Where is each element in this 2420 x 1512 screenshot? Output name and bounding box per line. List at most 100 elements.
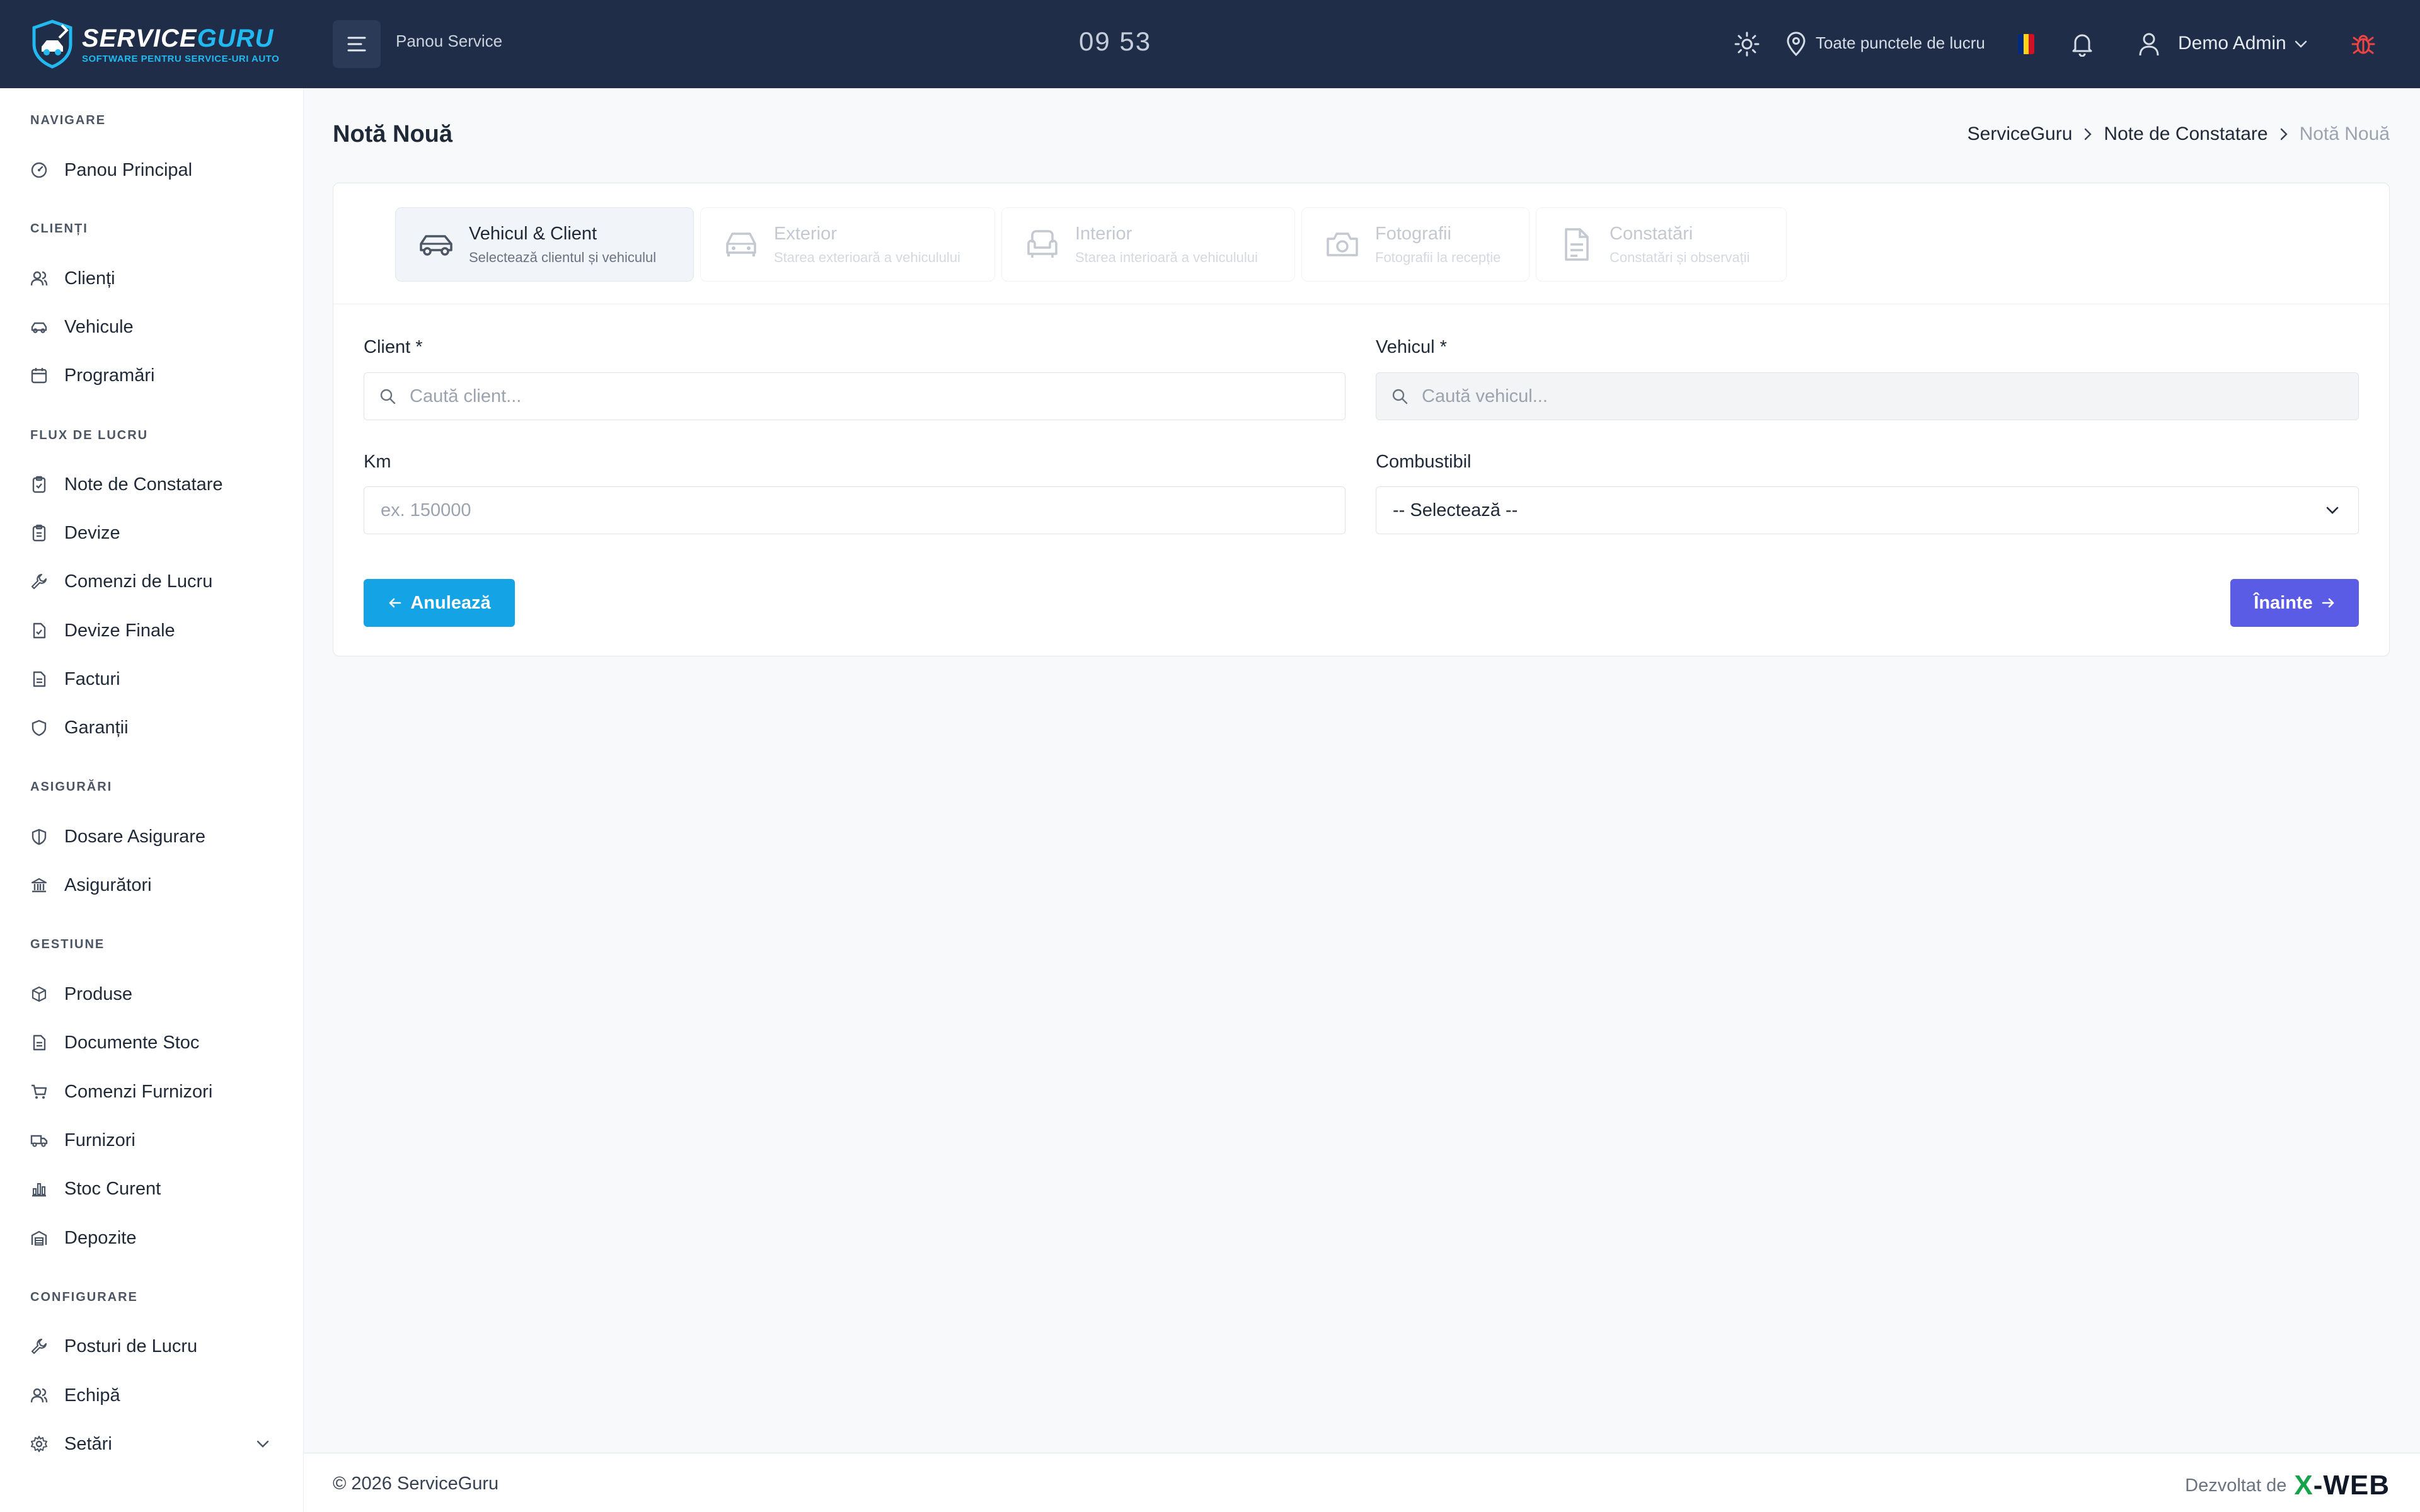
building-icon <box>30 876 48 894</box>
location-label[interactable]: Toate punctele de lucru <box>1816 33 1985 53</box>
sidebar-item-devize-finale[interactable]: Devize Finale <box>30 615 175 646</box>
sidebar-item-programari[interactable]: Programări <box>30 360 154 391</box>
step-title: Constatări <box>1610 223 1693 244</box>
sidebar-item-label: Stoc Curent <box>64 1178 161 1199</box>
next-button[interactable]: Înainte <box>2230 579 2359 627</box>
sidebar-item-label: Facturi <box>64 668 120 689</box>
user-menu[interactable]: Demo Admin <box>2178 33 2286 54</box>
breadcrumb-note-constatare[interactable]: Note de Constatare <box>2104 123 2267 145</box>
sidebar-item-label: Devize <box>64 522 120 543</box>
sidebar-item-note-constatare[interactable]: Note de Constatare <box>30 469 222 500</box>
vehicul-label: Vehicul * <box>1376 337 1447 357</box>
sidebar-item-clienti[interactable]: Clienți <box>30 263 115 294</box>
user-avatar[interactable] <box>2136 32 2162 57</box>
step-constatari[interactable]: Constatări Constatări și observații <box>1536 207 1787 282</box>
sidebar-item-stoc-curent[interactable]: Stoc Curent <box>30 1173 161 1205</box>
search-icon <box>1390 387 1409 406</box>
sidebar-item-asiguratori[interactable]: Asigurători <box>30 869 152 901</box>
cancel-button[interactable]: Anulează <box>364 579 515 627</box>
step-title: Interior <box>1075 223 1132 244</box>
sidebar-item-furnizori[interactable]: Furnizori <box>30 1125 135 1156</box>
sun-icon <box>1734 32 1760 57</box>
sidebar-item-label: Comenzi Furnizori <box>64 1081 213 1102</box>
next-button-label: Înainte <box>2254 592 2313 613</box>
step-title: Fotografii <box>1375 223 1451 244</box>
client-label: Client * <box>364 337 423 357</box>
sidebar-item-label: Clienți <box>64 268 115 289</box>
step-fotografii[interactable]: Fotografii Fotografii la recepție <box>1301 207 1530 282</box>
sidebar-item-label: Setări <box>64 1433 112 1454</box>
shield-half-icon <box>30 828 48 845</box>
step-exterior[interactable]: Exterior Starea exterioară a vehiculului <box>700 207 995 282</box>
chevron-down-icon <box>2295 40 2307 48</box>
file-text-icon <box>30 1034 48 1051</box>
combustibil-label: Combustibil <box>1376 452 1472 472</box>
chevron-right-icon <box>2279 127 2288 141</box>
vehicul-search-input[interactable]: Caută vehicul... <box>1376 372 2359 420</box>
chevron-down-icon <box>2323 501 2342 520</box>
sidebar-item-devize[interactable]: Devize <box>30 517 120 549</box>
bar-chart-icon <box>30 1180 48 1198</box>
step-interior[interactable]: Interior Starea interioară a vehiculului <box>1001 207 1295 282</box>
sidebar-item-label: Echipă <box>64 1385 120 1406</box>
page-title: Notă Nouă <box>333 121 452 147</box>
clipboard-icon <box>30 524 48 542</box>
car-icon <box>30 318 48 336</box>
language-flag[interactable] <box>2018 34 2034 54</box>
step-title: Vehicul & Client <box>469 223 597 244</box>
form-card: Vehicul & Client Selectează clientul și … <box>333 183 2390 656</box>
wizard-steps: Vehicul & Client Selectează clientul și … <box>333 183 2389 304</box>
vehicul-search-placeholder: Caută vehicul... <box>1422 386 1548 406</box>
sidebar-item-setari[interactable]: Setări <box>30 1428 112 1460</box>
wrench-icon <box>30 1337 48 1355</box>
bug-report-button[interactable] <box>2351 32 2376 57</box>
setari-expand-toggle[interactable] <box>253 1435 272 1453</box>
theme-toggle-button[interactable] <box>1734 32 1760 57</box>
sidebar-item-comenzi-furnizori[interactable]: Comenzi Furnizori <box>30 1076 212 1108</box>
step-title: Exterior <box>774 223 837 244</box>
sidebar-item-panou-principal[interactable]: Panou Principal <box>30 154 192 186</box>
camera-icon <box>1323 226 1361 263</box>
chevron-down-icon <box>256 1440 269 1448</box>
sidebar-item-documente-stoc[interactable]: Documente Stoc <box>30 1027 199 1058</box>
logo-subtitle: SOFTWARE PENTRU SERVICE-URI AUTO <box>82 53 280 64</box>
sidebar-item-facturi[interactable]: Facturi <box>30 663 120 695</box>
sidebar-item-label: Programări <box>64 365 155 386</box>
package-icon <box>30 985 48 1003</box>
sidebar-item-label: Dosare Asigurare <box>64 826 206 847</box>
sidebar-item-vehicule[interactable]: Vehicule <box>30 311 134 343</box>
developer-credit[interactable]: Dezvoltat de X -WEB <box>2185 1470 2390 1501</box>
sidebar-item-label: Devize Finale <box>64 620 175 641</box>
shield-icon <box>30 719 48 736</box>
sidebar-item-posturi-lucru[interactable]: Posturi de Lucru <box>30 1331 197 1362</box>
sidebar-item-label: Produse <box>64 983 133 1004</box>
sidebar-item-produse[interactable]: Produse <box>30 978 132 1010</box>
sidebar-item-label: Posturi de Lucru <box>64 1336 198 1356</box>
xweb-logo[interactable]: X -WEB <box>2294 1470 2390 1501</box>
client-search-input[interactable]: Caută client... <box>364 372 1345 420</box>
flag-stripe-red <box>2029 34 2034 54</box>
sidebar-item-echipa[interactable]: Echipă <box>30 1380 120 1411</box>
logo[interactable]: SERVICEGURU SOFTWARE PENTRU SERVICE-URI … <box>29 19 279 69</box>
sidebar-item-comenzi-lucru[interactable]: Comenzi de Lucru <box>30 566 212 597</box>
sidebar-item-depozite[interactable]: Depozite <box>30 1222 136 1254</box>
location-selector[interactable] <box>1783 32 1809 57</box>
users-icon <box>30 270 48 287</box>
step-vehicul-client[interactable]: Vehicul & Client Selectează clientul și … <box>395 207 694 282</box>
footer: © 2026 ServiceGuru Dezvoltat de X -WEB <box>304 1453 2420 1512</box>
notifications-button[interactable] <box>2070 32 2095 57</box>
map-pin-icon <box>1787 32 1806 57</box>
step-subtitle: Selectează clientul și vehiculul <box>469 249 657 265</box>
bell-icon <box>2072 34 2092 57</box>
menu-toggle-button[interactable] <box>333 20 381 68</box>
sidebar-item-label: Depozite <box>64 1227 137 1248</box>
sidebar-item-garantii[interactable]: Garanții <box>30 712 129 743</box>
clipboard-check-icon <box>30 476 48 493</box>
combustibil-select[interactable]: -- Selectează -- <box>1376 486 2359 534</box>
sidebar-item-label: Furnizori <box>64 1130 135 1150</box>
sidebar-item-dosare-asigurare[interactable]: Dosare Asigurare <box>30 821 205 852</box>
user-menu-chevron[interactable] <box>2291 32 2310 57</box>
dashboard-icon <box>30 161 48 179</box>
breadcrumb-home[interactable]: ServiceGuru <box>1968 123 2073 145</box>
km-input[interactable]: ex. 150000 <box>364 486 1345 534</box>
